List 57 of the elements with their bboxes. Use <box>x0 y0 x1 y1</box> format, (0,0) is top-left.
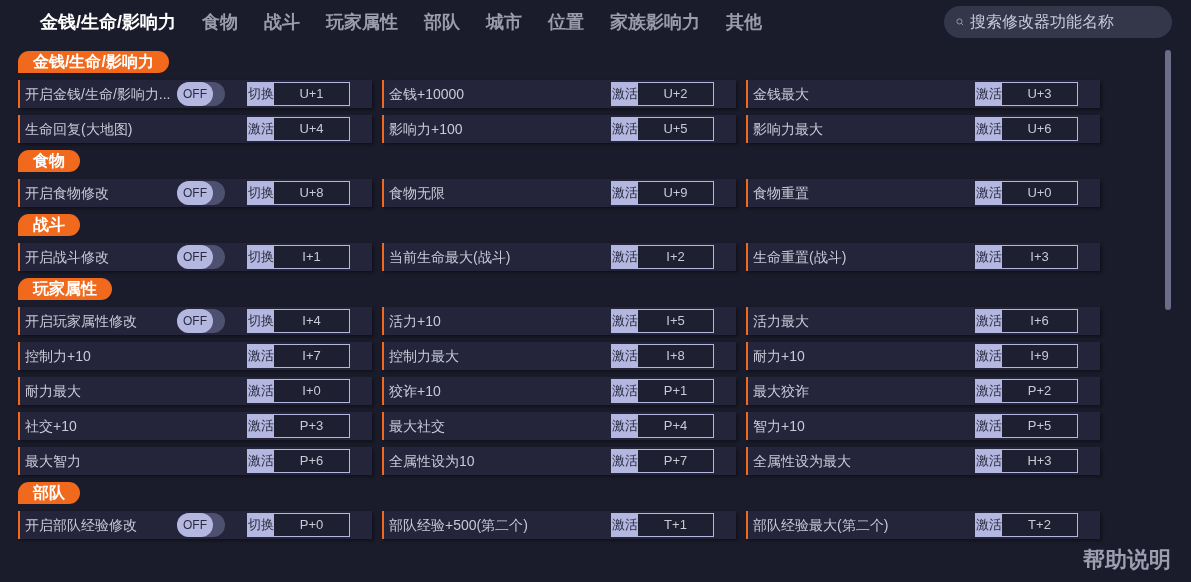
section-header: 部队 <box>18 482 80 504</box>
cheat-label: 全属性设为最大 <box>753 451 852 471</box>
cheat-label: 生命重置(战斗) <box>753 247 848 267</box>
cheat-label: 耐力+10 <box>753 346 806 366</box>
cheat-label: 开启玩家属性修改 <box>25 311 138 331</box>
cheat-label: 食物重置 <box>753 183 810 203</box>
cheat-label: 影响力+100 <box>389 119 464 139</box>
toggle-switch[interactable]: OFF <box>177 309 225 333</box>
cheat-label: 金钱+10000 <box>389 84 466 104</box>
section-header: 玩家属性 <box>18 278 112 300</box>
toggle-switch[interactable]: OFF <box>177 513 225 537</box>
cheat-label: 生命回复(大地图) <box>25 119 134 139</box>
tab[interactable]: 部队 <box>424 8 460 36</box>
cheat-label: 部队经验+500(第二个) <box>389 515 529 535</box>
cheat-label: 社交+10 <box>25 416 78 436</box>
cheat-label: 最大狡诈 <box>753 381 810 401</box>
cheat-label: 全属性设为10 <box>389 451 476 471</box>
toggle-knob: OFF <box>177 309 213 333</box>
toggle-knob: OFF <box>177 245 213 269</box>
cheat-label: 耐力最大 <box>25 381 82 401</box>
cheat-label: 活力最大 <box>753 311 810 331</box>
cheat-label: 控制力最大 <box>389 346 460 366</box>
search-field[interactable]: 搜索修改器功能名称 <box>944 6 1172 38</box>
help-link[interactable]: 帮助说明 <box>1083 543 1171 576</box>
scrollbar[interactable] <box>1165 50 1171 310</box>
section-header: 战斗 <box>18 214 80 236</box>
tab[interactable]: 城市 <box>486 8 522 36</box>
cheat-label: 部队经验最大(第二个) <box>753 515 890 535</box>
tab[interactable]: 金钱/生命/影响力 <box>40 8 176 36</box>
toggle-switch[interactable]: OFF <box>177 245 225 269</box>
cheat-label: 食物无限 <box>389 183 446 203</box>
cheat-label: 影响力最大 <box>753 119 824 139</box>
tab[interactable]: 家族影响力 <box>610 8 700 36</box>
cheat-label: 最大智力 <box>25 451 82 471</box>
cheat-label: 最大社交 <box>389 416 446 436</box>
tab[interactable]: 玩家属性 <box>326 8 398 36</box>
toggle-switch[interactable]: OFF <box>177 82 225 106</box>
cheat-label: 活力+10 <box>389 311 442 331</box>
tab[interactable]: 位置 <box>548 8 584 36</box>
tab[interactable]: 战斗 <box>264 8 300 36</box>
cheat-label: 控制力+10 <box>25 346 92 366</box>
tab[interactable]: 其他 <box>726 8 762 36</box>
tab[interactable]: 食物 <box>202 8 238 36</box>
cheat-label: 开启金钱/生命/影响力... <box>25 84 172 104</box>
cheat-label: 金钱最大 <box>753 84 810 104</box>
cheat-label: 开启食物修改 <box>25 183 110 203</box>
toggle-knob: OFF <box>177 82 213 106</box>
cheat-label: 当前生命最大(战斗) <box>389 247 512 267</box>
cheat-label: 狡诈+10 <box>389 381 442 401</box>
cheat-label: 开启部队经验修改 <box>25 515 138 535</box>
toggle-switch[interactable]: OFF <box>177 181 225 205</box>
section-header: 金钱/生命/影响力 <box>18 51 169 73</box>
toggle-knob: OFF <box>177 513 213 537</box>
cheat-label: 智力+10 <box>753 416 806 436</box>
cheat-label: 开启战斗修改 <box>25 247 110 267</box>
toggle-knob: OFF <box>177 181 213 205</box>
section-header: 食物 <box>18 150 80 172</box>
